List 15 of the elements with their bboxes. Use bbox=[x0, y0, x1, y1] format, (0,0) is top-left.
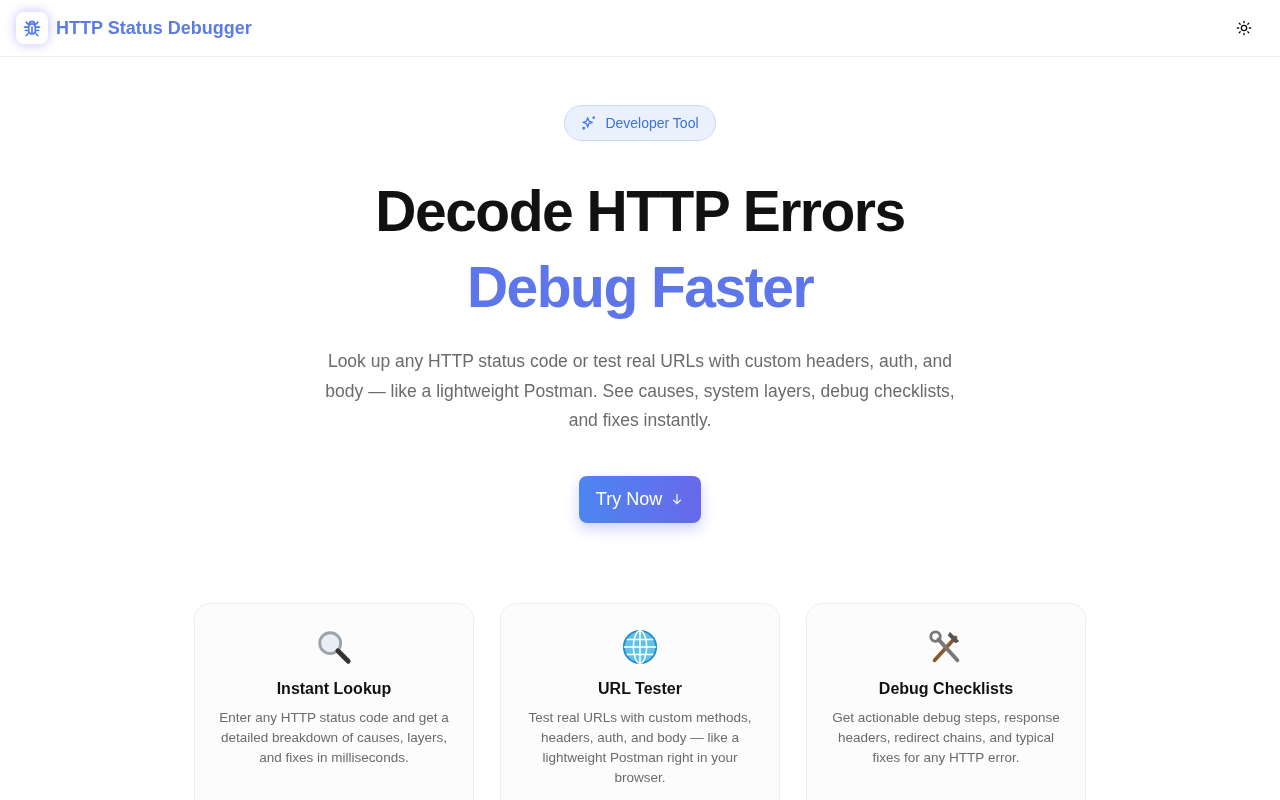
card-title: Instant Lookup bbox=[276, 679, 392, 698]
badge-label: Developer Tool bbox=[605, 115, 699, 131]
card-title: URL Tester bbox=[598, 679, 682, 698]
hero-description: Look up any HTTP status code or test real URLs with custom headers, auth, and body — like a lightweight Postman. See causes, system layers, debug checklists, and fixes instantly. bbox=[324, 350, 956, 432]
bug-icon bbox=[16, 12, 48, 44]
card-description: Enter any HTTP status code and get a detailed breakdown of causes, layers, and fixes in milliseconds. bbox=[218, 708, 450, 767]
hero-title: Decode HTTP Errors bbox=[375, 178, 905, 245]
hero-subtitle: Debug Faster bbox=[466, 254, 814, 321]
card-title: Debug Checklists bbox=[878, 679, 1014, 698]
sparkles-icon bbox=[581, 115, 598, 131]
app-name: HTTP Status Debugger bbox=[56, 17, 252, 39]
try-now-button[interactable]: Try Now bbox=[578, 475, 702, 523]
globe-icon bbox=[621, 627, 659, 666]
card-description: Get actionable debug steps, response headers, redirect chains, and typical fixes for any HTTP error. bbox=[831, 708, 1061, 767]
card-description: Test real URLs with custom methods, headers, auth, and body — like a lightweight Postman right in your browser. bbox=[527, 708, 753, 787]
